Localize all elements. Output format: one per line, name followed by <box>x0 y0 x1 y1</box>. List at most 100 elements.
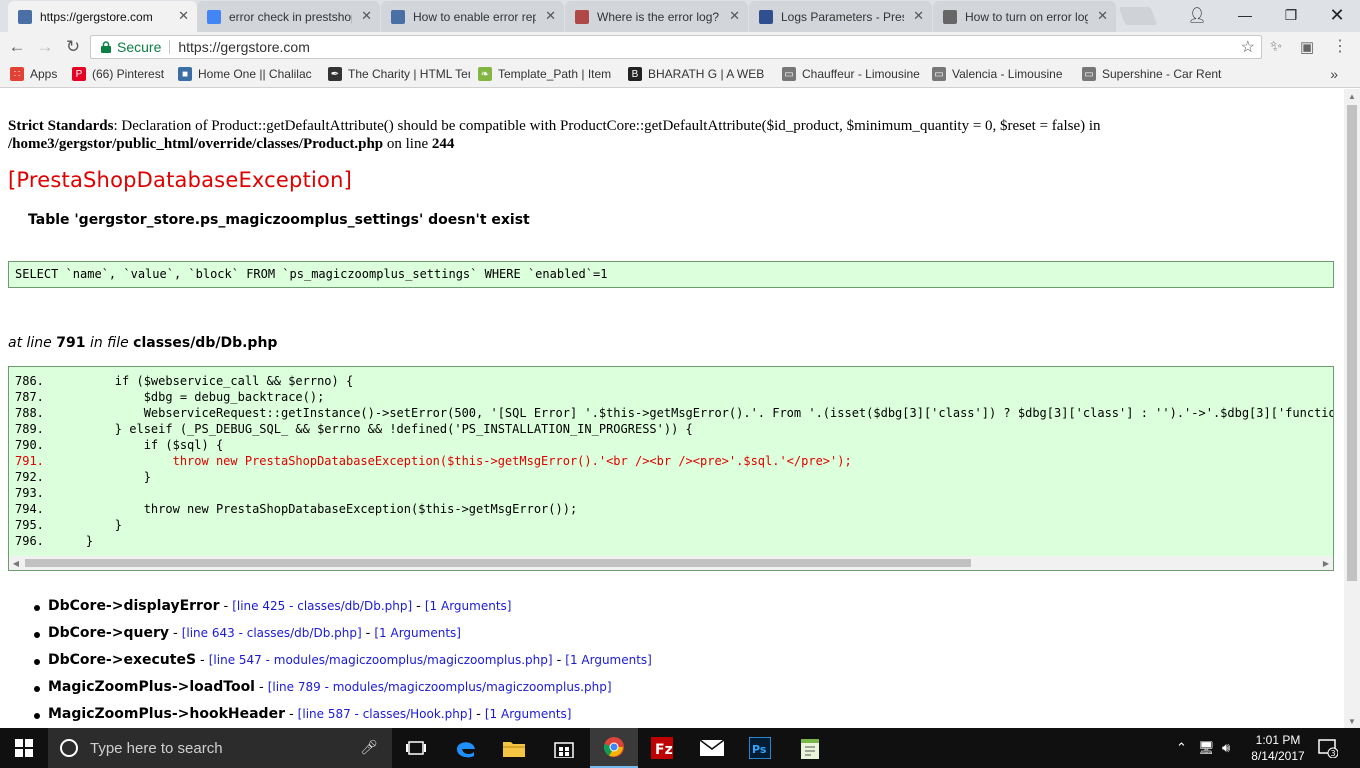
vertical-scroll-thumb[interactable] <box>1347 105 1357 581</box>
horizontal-scrollbar[interactable]: ◀ ▶ <box>9 556 1333 570</box>
windows-start-icon[interactable] <box>0 728 48 768</box>
address-bar[interactable]: Secure https://gergstore.com ☆ <box>90 35 1262 59</box>
tab-1[interactable]: https://gergstore.com ✕ <box>8 1 197 32</box>
notification-count: 3 <box>1331 749 1336 758</box>
trace-separator: - <box>200 653 205 668</box>
microphone-icon[interactable]: 🎤︎ <box>360 739 378 756</box>
line-number: 789. <box>15 422 44 436</box>
bookmark-star-icon[interactable]: ☆ <box>1241 37 1255 57</box>
tab-2[interactable]: error check in prestshop ✕ <box>197 1 380 32</box>
close-tab-icon[interactable]: ✕ <box>729 8 740 24</box>
at-line-label: at line <box>8 335 52 351</box>
line-number: 793. <box>15 486 44 500</box>
profile-icon[interactable]: 👤︎ <box>1174 0 1220 30</box>
system-clock[interactable]: 1:01 PM 8/14/2017 <box>1248 732 1308 764</box>
close-tab-icon[interactable]: ✕ <box>178 8 189 24</box>
volume-icon[interactable]: 🔊︎ <box>1222 740 1230 756</box>
tab-4[interactable]: Where is the error log? ✕ <box>565 1 748 32</box>
extension-icon[interactable]: ✨︎ <box>1270 38 1282 55</box>
close-tab-icon[interactable]: ✕ <box>1097 8 1108 24</box>
bookmark-item[interactable]: B BHARATH G | A WEB <box>628 67 764 81</box>
trace-arguments-link[interactable]: [1 Arguments] <box>374 626 461 640</box>
back-button[interactable]: ← <box>6 36 28 58</box>
trace-arguments-link[interactable]: [1 Arguments] <box>425 599 512 613</box>
bookmark-label: Template_Path | Item <box>498 67 612 81</box>
clock-date: 8/14/2017 <box>1251 749 1305 763</box>
reload-button[interactable]: ↻ <box>62 36 84 58</box>
network-icon[interactable]: 🖥︎ <box>1198 740 1215 756</box>
tab-6[interactable]: How to turn on error log ✕ <box>933 1 1116 32</box>
menu-dots-icon[interactable]: ⋮ <box>1332 36 1348 56</box>
bookmark-label: Apps <box>30 67 58 81</box>
code-line: 792. } <box>9 469 1333 485</box>
bookmark-item[interactable]: ▭ Chauffeur - Limousine <box>782 67 922 81</box>
close-tab-icon[interactable]: ✕ <box>545 8 556 24</box>
line-number: 791. <box>15 454 44 468</box>
trace-file-link[interactable]: [line 425 - classes/db/Db.php] <box>232 599 412 613</box>
code-text: throw new PrestaShopDatabaseException($t… <box>57 454 852 468</box>
code-line: 786. if ($webservice_call && $errno) { <box>9 373 1333 389</box>
trace-arguments-link[interactable]: [1 Arguments] <box>485 707 572 721</box>
edge-icon[interactable] <box>442 728 490 768</box>
bookmark-item[interactable]: ▭ Valencia - Limousine <box>932 67 1072 81</box>
store-icon[interactable] <box>540 728 588 768</box>
trace-separator: - <box>223 599 229 614</box>
show-hidden-icons[interactable]: ⌃ <box>1176 740 1187 756</box>
photoshop-icon[interactable]: Ps <box>736 728 784 768</box>
trace-function: DbCore->displayError <box>48 598 220 614</box>
trace-file-link[interactable]: [line 587 - classes/Hook.php] <box>298 707 472 721</box>
file-explorer-icon[interactable] <box>490 728 538 768</box>
trace-separator: - <box>259 680 264 695</box>
bookmarks-bar: ∷ Apps P (66) Pinterest ■ Home One || Chalila… <box>0 62 1360 88</box>
bookmark-item[interactable]: ✒ The Charity | HTML Template <box>328 67 470 81</box>
trace-file-link[interactable]: [line 643 - classes/db/Db.php] <box>182 626 362 640</box>
envato-icon: ❧ <box>478 67 492 81</box>
action-center-icon[interactable]: 3 <box>1318 738 1339 761</box>
strict-text: : Declaration of Product::getDefaultAttr… <box>113 118 1101 134</box>
clock-time: 1:01 PM <box>1255 733 1301 747</box>
bookmark-item[interactable]: ∷ Apps <box>10 67 70 81</box>
wrench-icon <box>943 9 957 24</box>
bookmark-item[interactable]: ❧ Template_Path | Item <box>478 67 618 81</box>
url-text[interactable]: https://gergstore.com <box>178 39 310 55</box>
bookmark-label: Chauffeur - Limousine <box>802 67 920 81</box>
forward-button[interactable]: → <box>34 36 56 58</box>
filezilla-icon[interactable]: Fz <box>638 728 686 768</box>
mail-icon[interactable] <box>688 728 736 768</box>
tab-5[interactable]: Logs Parameters - PrestaShop ✕ <box>749 1 932 32</box>
vertical-scrollbar[interactable]: ▲ ▼ <box>1344 89 1360 728</box>
line-number: 795. <box>15 518 44 532</box>
scroll-up-icon[interactable]: ▲ <box>1344 89 1360 103</box>
tab-title: Where is the error log? <box>597 9 720 24</box>
bookmark-item[interactable]: ■ Home One || Chalilac <box>178 67 318 81</box>
scroll-down-icon[interactable]: ▼ <box>1344 714 1360 728</box>
bookmarks-overflow-icon[interactable]: » <box>1330 66 1338 82</box>
code-text: } <box>57 518 123 532</box>
close-tab-icon[interactable]: ✕ <box>361 8 372 24</box>
chrome-icon[interactable] <box>590 728 638 768</box>
bookmark-item[interactable]: P (66) Pinterest <box>72 67 172 81</box>
tab-3[interactable]: How to enable error reporting ✕ <box>381 1 564 32</box>
code-text: $dbg = debug_backtrace(); <box>57 390 325 404</box>
scroll-left-icon[interactable]: ◀ <box>9 556 23 570</box>
scroll-right-icon[interactable]: ▶ <box>1319 556 1333 570</box>
trace-file-link[interactable]: [line 789 - modules/magiczoomplus/magicz… <box>268 680 612 694</box>
search-placeholder: Type here to search <box>90 739 223 757</box>
task-view-icon[interactable] <box>392 728 440 768</box>
notepad-plus-icon[interactable] <box>786 728 834 768</box>
pinterest-icon: P <box>72 67 86 81</box>
horizontal-scroll-thumb[interactable] <box>25 559 971 567</box>
camera-icon[interactable]: ▣ <box>1300 38 1314 56</box>
trace-arguments-link[interactable]: [1 Arguments] <box>565 653 652 667</box>
trace-file-link[interactable]: [line 547 - modules/magiczoomplus/magicz… <box>209 653 553 667</box>
close-tab-icon[interactable]: ✕ <box>913 8 924 24</box>
bookmark-item[interactable]: ▭ Supershine - Car Rental <box>1082 67 1222 81</box>
document-icon: ▭ <box>782 67 796 81</box>
taskbar-search[interactable]: Type here to search 🎤︎ <box>48 728 392 768</box>
minimize-button[interactable]: — <box>1222 0 1268 30</box>
maximize-button[interactable]: ❐ <box>1268 0 1314 30</box>
code-text: } <box>57 534 94 548</box>
new-tab-button[interactable] <box>1118 7 1158 25</box>
trace-item: DbCore->executeS - [line 547 - modules/mag… <box>34 652 652 679</box>
close-window-button[interactable]: ✕ <box>1314 0 1360 30</box>
